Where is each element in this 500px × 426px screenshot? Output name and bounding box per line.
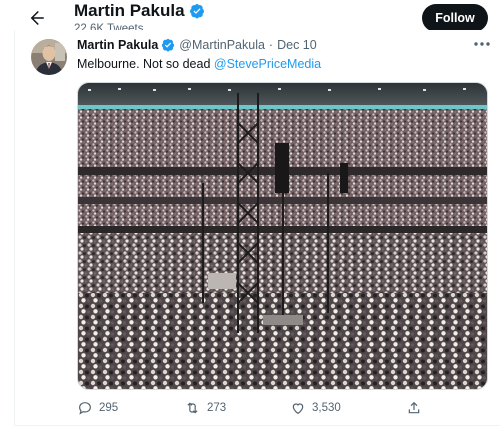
mention-link[interactable]: @StevePriceMedia — [214, 57, 321, 71]
tweet-actions: 295 273 3,530 — [77, 400, 488, 416]
back-button[interactable] — [26, 7, 48, 29]
verified-badge-icon — [162, 38, 175, 52]
tweet-image[interactable] — [77, 82, 488, 390]
share-icon — [408, 401, 420, 414]
verified-badge-icon — [189, 4, 204, 19]
tweet-date[interactable]: Dec 10 — [277, 38, 317, 52]
author-name[interactable]: Martin Pakula — [77, 38, 158, 52]
tweet-body: Melbourne. Not so dead — [77, 57, 211, 71]
profile-title: Martin Pakula — [74, 1, 205, 21]
stadium-crowd-photo — [78, 83, 487, 389]
tweet-text: Melbourne. Not so dead @StevePriceMedia — [77, 57, 321, 71]
separator-dot: · — [268, 38, 274, 52]
share-button[interactable] — [406, 400, 422, 416]
like-button[interactable]: 3,530 — [290, 400, 341, 416]
more-button[interactable] — [471, 36, 493, 52]
more-horizontal-icon — [474, 42, 490, 46]
reply-icon — [79, 402, 91, 415]
arrow-left-icon — [30, 10, 44, 26]
reply-count: 295 — [99, 402, 119, 414]
verified-badge — [161, 38, 175, 52]
retweet-icon — [187, 402, 198, 414]
tweet-card[interactable]: Martin Pakula @MartinPakula · Dec 10 Mel… — [14, 30, 500, 426]
author-handle[interactable]: @MartinPakula — [179, 38, 265, 52]
like-count: 3,530 — [312, 402, 341, 414]
retweet-button[interactable]: 273 — [184, 400, 226, 416]
follow-button[interactable]: Follow — [422, 4, 488, 32]
heart-icon — [292, 403, 304, 415]
reply-button[interactable]: 295 — [77, 400, 118, 416]
avatar[interactable] — [31, 39, 67, 75]
profile-name: Martin Pakula — [74, 1, 185, 20]
retweet-count: 273 — [207, 402, 227, 414]
tweet-author: Martin Pakula @MartinPakula · Dec 10 — [77, 38, 317, 52]
